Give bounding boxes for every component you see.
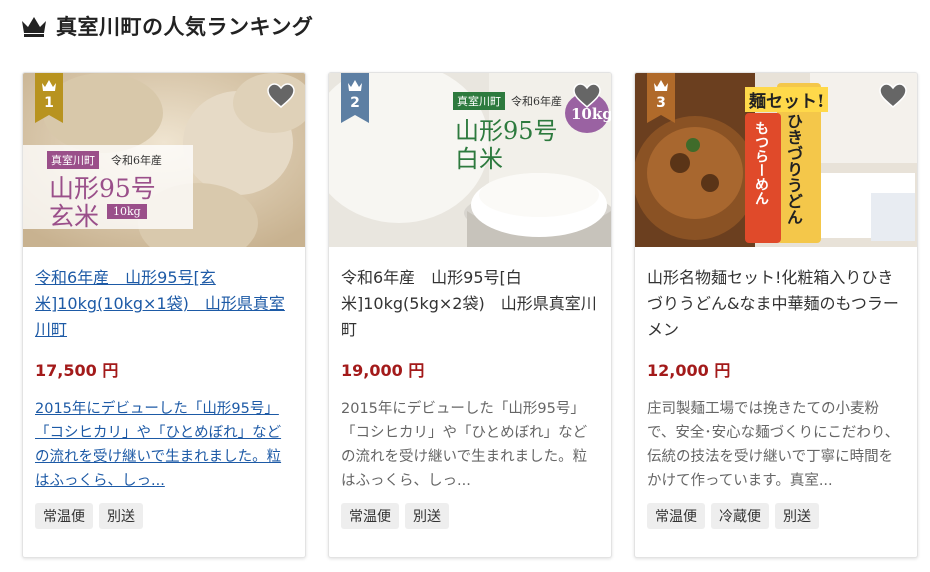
image-type-label: 白米 bbox=[455, 145, 503, 173]
tag-refrigerated: 冷蔵便 bbox=[711, 503, 769, 529]
favorite-heart-icon[interactable] bbox=[879, 83, 907, 109]
product-image[interactable]: 麺セット! ひきづりうどん もつらーめん 3 bbox=[635, 73, 917, 247]
tag-shipping: 別送 bbox=[405, 503, 449, 529]
product-price: 12,000 円 bbox=[647, 361, 731, 380]
image-town-label: 真室川町 bbox=[453, 92, 505, 110]
tag-list: 常温便 別送 bbox=[341, 503, 599, 529]
product-image[interactable]: 真室川町 令和6年産 山形95号 玄米 10kg 1 bbox=[23, 73, 305, 247]
favorite-heart-icon[interactable] bbox=[267, 83, 295, 109]
product-title[interactable]: 山形名物麺セット!化粧箱入りひきづりうどん&なま中華麺のもつラーメン bbox=[647, 265, 905, 343]
image-udon-label: ひきづりうどん bbox=[784, 113, 803, 225]
product-description: 2015年にデビューした「山形95号」「コシヒカリ」や「ひとめぼれ」などの流れを… bbox=[341, 401, 588, 489]
product-price: 17,500 円 bbox=[35, 361, 119, 380]
rank-badge: 1 bbox=[35, 73, 63, 123]
ranking-card-2[interactable]: 真室川町 令和6年産 山形95号 白米 10kg 2 令和6年産 山形95号[白… bbox=[328, 72, 612, 558]
rank-number: 2 bbox=[350, 95, 360, 111]
product-description[interactable]: 2015年にデビューした「山形95号」「コシヒカリ」や「ひとめぼれ」などの流れを… bbox=[35, 397, 293, 493]
page-title: 真室川町の人気ランキング bbox=[56, 15, 314, 39]
rank-number: 1 bbox=[44, 95, 54, 111]
product-image[interactable]: 真室川町 令和6年産 山形95号 白米 10kg 2 bbox=[329, 73, 611, 247]
tag-shipping: 別送 bbox=[775, 503, 819, 529]
tag-delivery: 常温便 bbox=[341, 503, 399, 529]
image-year-label: 令和6年産 bbox=[111, 154, 162, 167]
rank-badge: 2 bbox=[341, 73, 369, 123]
tag-delivery: 常温便 bbox=[647, 503, 705, 529]
ranking-card-1[interactable]: 真室川町 令和6年産 山形95号 玄米 10kg 1 令和6年産 山形95号[玄… bbox=[22, 72, 306, 558]
ranking-header: 真室川町の人気ランキング bbox=[20, 10, 313, 42]
product-price: 19,000 円 bbox=[341, 361, 425, 380]
favorite-heart-icon[interactable] bbox=[573, 83, 601, 109]
tag-shipping: 別送 bbox=[99, 503, 143, 529]
image-town-label: 真室川町 bbox=[47, 151, 99, 169]
image-type-label: 玄米 bbox=[49, 202, 100, 231]
image-year-label: 令和6年産 bbox=[511, 95, 562, 108]
product-description: 庄司製麺工場では挽きたての小麦粉で、安全･安心な麺づくりにこだわり、伝統の技法を… bbox=[647, 401, 900, 489]
tag-list: 常温便 冷蔵便 別送 bbox=[647, 503, 905, 529]
rank-number: 3 bbox=[656, 95, 666, 111]
crown-icon bbox=[20, 15, 48, 37]
product-title-link[interactable]: 令和6年産 山形95号[玄米]10kg(10kg×1袋) 山形県真室川町 bbox=[35, 265, 293, 343]
image-set-label: 麺セット! bbox=[745, 87, 829, 112]
image-weight-label: 10kg bbox=[107, 204, 147, 219]
product-title[interactable]: 令和6年産 山形95号[白米]10kg(5kg×2袋) 山形県真室川町 bbox=[341, 265, 599, 343]
tag-list: 常温便 別送 bbox=[35, 503, 293, 529]
tag-delivery: 常温便 bbox=[35, 503, 93, 529]
ranking-card-3[interactable]: 麺セット! ひきづりうどん もつらーめん 3 山形名物麺セット!化粧箱入りひきづ… bbox=[634, 72, 918, 558]
image-ramen-label: もつらーめん bbox=[753, 121, 769, 205]
rank-badge: 3 bbox=[647, 73, 675, 123]
